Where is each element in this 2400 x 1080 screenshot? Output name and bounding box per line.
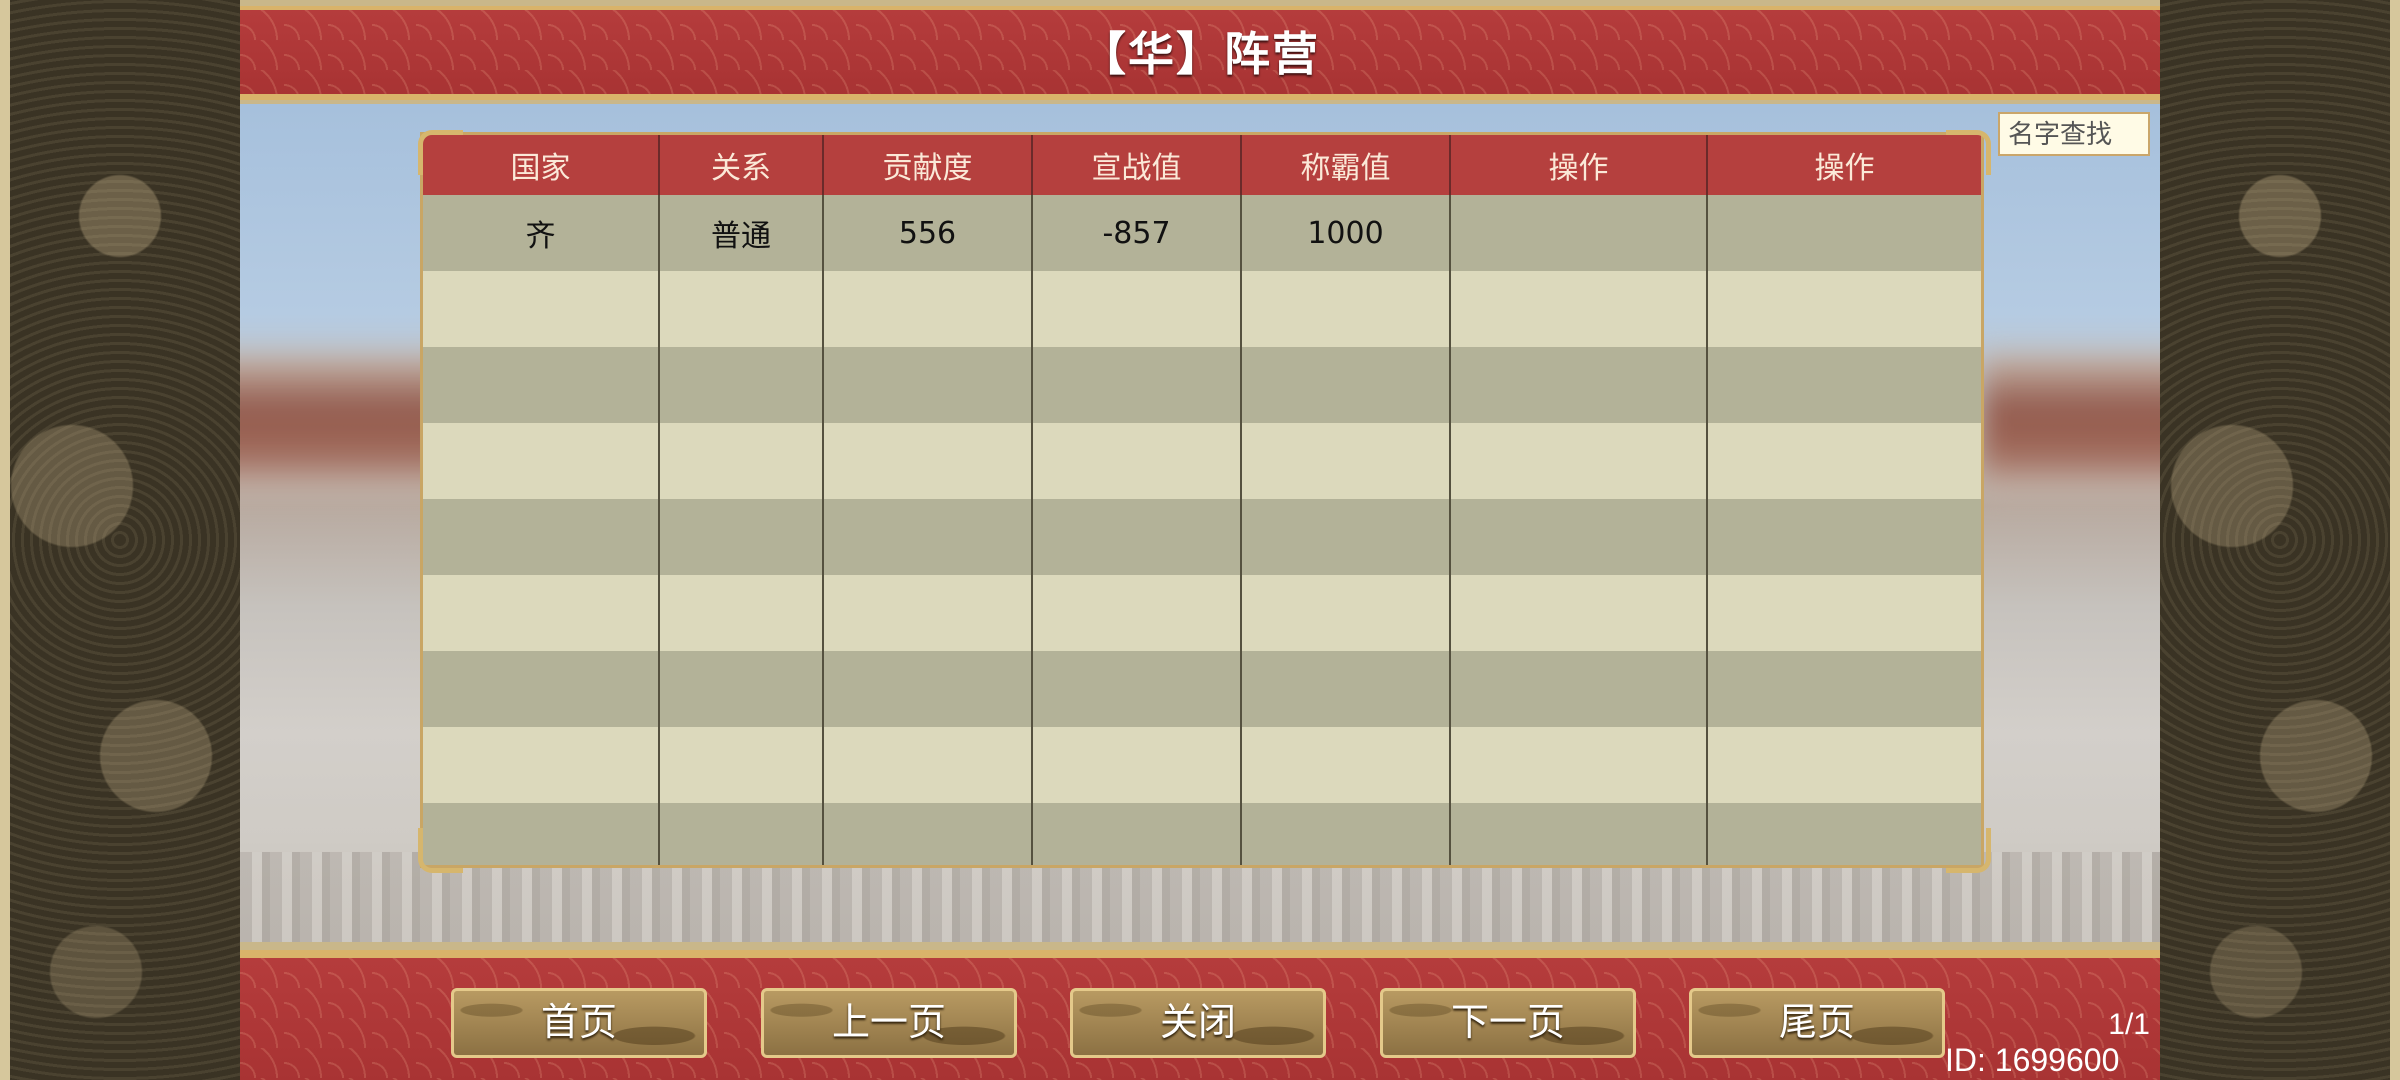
page-indicator: 1/1 xyxy=(2108,1008,2150,1041)
table-cell xyxy=(1032,727,1242,803)
table-cell xyxy=(823,499,1033,575)
table-cell xyxy=(1707,347,1981,423)
table-cell xyxy=(1032,575,1242,651)
table-cell xyxy=(1450,651,1708,727)
first-page-button[interactable]: 首页 xyxy=(451,988,707,1058)
corner-ornament-icon xyxy=(418,130,463,175)
table-row[interactable]: 齐普通 556 -857 1000 xyxy=(423,195,1981,271)
table-cell xyxy=(659,651,824,727)
table-cell xyxy=(423,347,660,423)
table-cell xyxy=(1450,803,1708,865)
table-cell: 556 xyxy=(823,195,1033,271)
column-header-action-2: 操作 xyxy=(1707,135,1981,195)
table-cell xyxy=(659,803,824,865)
table-cell xyxy=(823,803,1033,865)
table-row[interactable] xyxy=(423,803,1981,865)
table-cell xyxy=(1241,271,1451,347)
corner-ornament-icon xyxy=(1946,130,1991,175)
next-page-button[interactable]: 下一页 xyxy=(1380,988,1636,1058)
table-cell xyxy=(1450,271,1708,347)
data-table: 国家 关系 贡献度 宣战值 称霸值 操作 操作 齐普通 556 -857 1000 xyxy=(423,135,1981,865)
table-cell xyxy=(1241,727,1451,803)
previous-page-button[interactable]: 上一页 xyxy=(761,988,1017,1058)
table-cell xyxy=(1707,271,1981,347)
table-cell xyxy=(1032,499,1242,575)
table-cell: 齐 xyxy=(423,195,660,271)
camp-panel: 【华】阵营 名字查找 国家 关系 贡献度 宣战值 称霸值 操作 操作 齐 普通 … xyxy=(240,0,2160,1080)
dragon-ornament-icon xyxy=(2150,0,2400,1080)
table-cell xyxy=(1032,651,1242,727)
table-header-row: 国家 关系 贡献度 宣战值 称霸值 操作 操作 xyxy=(423,135,1981,195)
corner-ornament-icon xyxy=(1946,828,1991,873)
column-header-contribution: 贡献度 xyxy=(823,135,1033,195)
table-cell xyxy=(1707,727,1981,803)
table-cell xyxy=(1032,271,1242,347)
table-cell xyxy=(823,423,1033,499)
game-screen: 【华】阵营 名字查找 国家 关系 贡献度 宣战值 称霸值 操作 操作 齐 普通 … xyxy=(0,0,2400,1080)
corner-ornament-icon xyxy=(418,828,463,873)
table-cell xyxy=(423,499,660,575)
column-header-relation: 关系 xyxy=(659,135,824,195)
table-cell xyxy=(1450,727,1708,803)
table-cell xyxy=(823,727,1033,803)
table-cell xyxy=(1032,347,1242,423)
column-header-hegemony-value: 称霸值 xyxy=(1241,135,1451,195)
table-cell xyxy=(823,271,1033,347)
table-cell xyxy=(1241,499,1451,575)
table-cell xyxy=(1450,347,1708,423)
table-cell xyxy=(1241,803,1451,865)
table-cell xyxy=(1032,423,1242,499)
table-cell xyxy=(1450,423,1708,499)
table-row[interactable] xyxy=(423,499,1981,575)
table-cell xyxy=(659,727,824,803)
table-cell xyxy=(1241,651,1451,727)
table-cell xyxy=(1707,499,1981,575)
close-button[interactable]: 关闭 xyxy=(1070,988,1326,1058)
table-cell xyxy=(423,651,660,727)
table-cell xyxy=(1707,195,1981,271)
table-cell xyxy=(1707,423,1981,499)
table-row[interactable] xyxy=(423,575,1981,651)
background-building-right xyxy=(1980,354,2160,494)
dragon-ornament-icon xyxy=(0,0,250,1080)
table-row[interactable] xyxy=(423,423,1981,499)
table-cell xyxy=(659,271,824,347)
table-cell: -857 xyxy=(1032,195,1242,271)
table-row[interactable] xyxy=(423,727,1981,803)
table-cell xyxy=(1450,499,1708,575)
table-cell xyxy=(823,575,1033,651)
table-cell xyxy=(659,347,824,423)
column-header-action-1: 操作 xyxy=(1450,135,1708,195)
table-cell: 普通 xyxy=(659,195,824,271)
table-row[interactable] xyxy=(423,651,1981,727)
table-cell xyxy=(659,499,824,575)
table-cell xyxy=(423,727,660,803)
table-cell xyxy=(1032,803,1242,865)
page-title: 【华】阵营 xyxy=(1080,27,1320,81)
table-cell xyxy=(823,347,1033,423)
name-search-input[interactable]: 名字查找 xyxy=(1998,112,2150,156)
camp-table: 国家 关系 贡献度 宣战值 称霸值 操作 操作 齐普通 556 -857 1000 xyxy=(420,132,1984,868)
table-cell xyxy=(423,271,660,347)
search-placeholder: 名字查找 xyxy=(2008,119,2113,149)
table-cell: 1000 xyxy=(1241,195,1451,271)
table-cell xyxy=(823,651,1033,727)
table-cell xyxy=(659,423,824,499)
table-cell xyxy=(423,423,660,499)
table-row[interactable] xyxy=(423,271,1981,347)
table-cell xyxy=(1241,347,1451,423)
table-cell xyxy=(1241,423,1451,499)
last-page-button[interactable]: 尾页 xyxy=(1689,988,1945,1058)
table-cell xyxy=(423,575,660,651)
user-id: ID: 1699600 xyxy=(1945,1042,2120,1078)
table-cell xyxy=(659,575,824,651)
table-cell xyxy=(1241,575,1451,651)
table-cell xyxy=(1450,575,1708,651)
column-header-war-value: 宣战值 xyxy=(1032,135,1242,195)
table-row[interactable] xyxy=(423,347,1981,423)
table-cell xyxy=(1450,195,1708,271)
table-cell xyxy=(1707,651,1981,727)
table-cell xyxy=(1707,575,1981,651)
table-cell xyxy=(1707,803,1981,865)
